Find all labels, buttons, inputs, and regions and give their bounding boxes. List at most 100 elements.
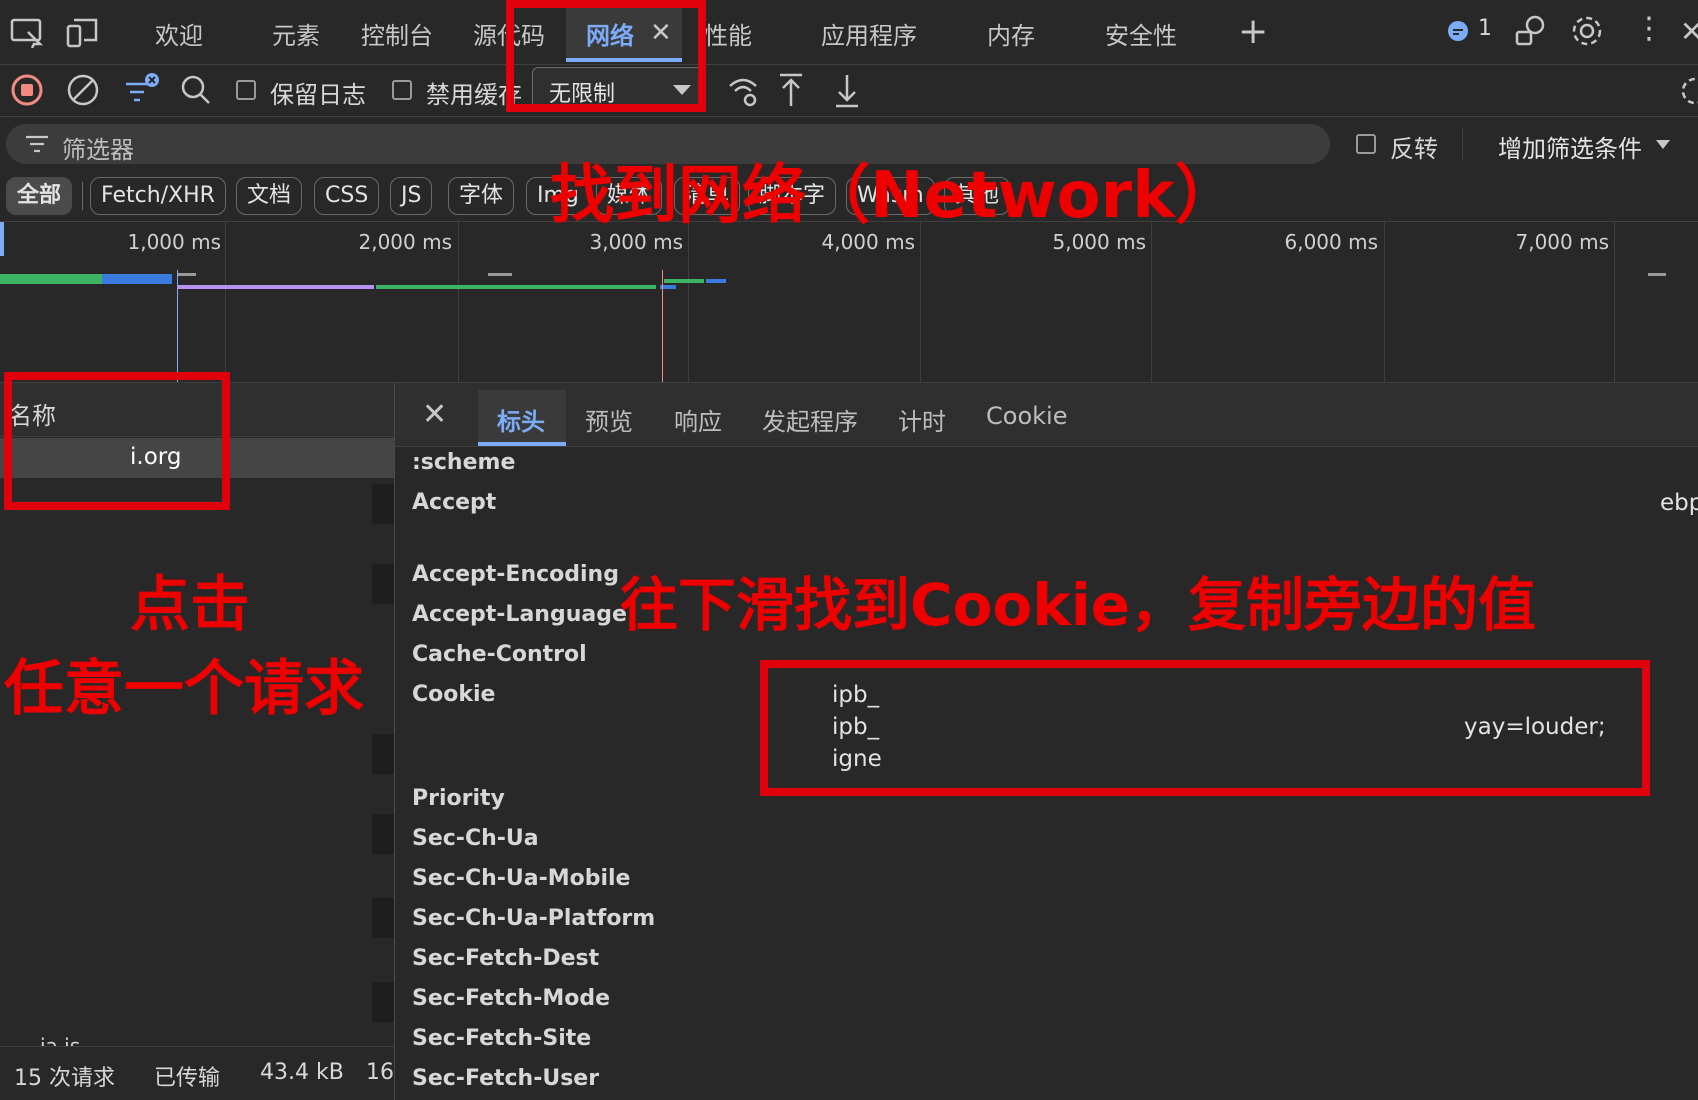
timeline-handle[interactable]	[0, 222, 4, 256]
timeline-gridline	[225, 222, 226, 382]
row-stripe	[372, 484, 394, 524]
tab-initiator[interactable]: 发起程序	[762, 402, 858, 437]
annotation-box-request-name	[4, 372, 230, 510]
header-name: Sec-Fetch-Mode	[412, 986, 611, 1011]
tab-preview[interactable]: 预览	[585, 402, 633, 437]
timeline-gridline	[1151, 222, 1152, 382]
header-name: Sec-Fetch-Site	[412, 1026, 592, 1051]
network-conditions-icon[interactable]	[726, 74, 760, 113]
clear-icon[interactable]	[66, 73, 100, 112]
status-transferred: 43.4 kB	[260, 1060, 344, 1085]
header-name: Accept	[412, 490, 497, 515]
annotation-scroll-cookie: 往下滑找到Cookie，复制旁边的值	[620, 571, 1537, 639]
load-event-marker	[662, 270, 663, 382]
header-name: Accept-Encoding	[412, 562, 619, 587]
more-options-icon[interactable]: ⋮	[1634, 14, 1664, 44]
tab-application[interactable]: 应用程序	[821, 16, 917, 51]
header-name: Sec-Fetch-Dest	[412, 946, 600, 971]
header-value: ebp	[1660, 490, 1698, 516]
add-tab-icon[interactable]: +	[1238, 14, 1268, 50]
divider	[1462, 128, 1463, 160]
customize-icon[interactable]	[1514, 14, 1548, 53]
tab-console[interactable]: 控制台	[361, 16, 433, 51]
annotation-any-request: 任意一个请求	[4, 654, 364, 724]
import-har-icon[interactable]	[776, 72, 806, 113]
network-settings-icon[interactable]	[1678, 74, 1698, 113]
header-name: :scheme	[412, 450, 516, 475]
row-stripe	[372, 564, 394, 604]
header-name: Sec-Ch-Ua-Mobile	[412, 866, 631, 891]
invert-label: 反转	[1390, 135, 1438, 163]
timeline-gridline	[458, 222, 459, 382]
preserve-log-checkbox[interactable]	[236, 80, 256, 100]
pane-splitter[interactable]	[394, 383, 395, 1100]
timeline-bar	[102, 274, 172, 284]
status-requests: 15 次请求	[14, 1066, 115, 1091]
timeline-bar	[664, 279, 704, 283]
timeline-gridline	[688, 222, 689, 382]
tab-response[interactable]: 响应	[674, 402, 722, 437]
device-toolbar-icon[interactable]	[66, 16, 100, 55]
timeline-tick: 6,000 ms	[1284, 230, 1378, 254]
invert-checkbox[interactable]	[1356, 134, 1376, 154]
header-name: Priority	[412, 786, 505, 811]
close-detail-icon[interactable]: ✕	[422, 400, 447, 430]
timeline-gridline	[1384, 222, 1385, 382]
tab-cookies[interactable]: Cookie	[986, 402, 1067, 430]
timeline-tick: 2,000 ms	[358, 230, 452, 254]
preserve-log-label: 保留日志	[270, 81, 366, 109]
tab-security[interactable]: 安全性	[1105, 16, 1177, 51]
chip-fetch-xhr[interactable]: Fetch/XHR	[90, 177, 226, 215]
request-name-partial[interactable]: ia.js	[40, 1034, 80, 1046]
more-filters-dropdown[interactable]: 增加筛选条件	[1498, 129, 1642, 164]
issues-count[interactable]: 1	[1478, 16, 1492, 41]
header-name: Sec-Fetch-User	[412, 1066, 600, 1091]
timeline-gridline	[920, 222, 921, 382]
tab-elements[interactable]: 元素	[272, 16, 320, 51]
filter-icon	[24, 132, 50, 160]
timeline-tick: 7,000 ms	[1515, 230, 1609, 254]
settings-gear-icon[interactable]	[1570, 14, 1604, 53]
disable-cache-checkbox[interactable]	[392, 80, 412, 100]
header-name: Accept-Language	[412, 602, 627, 627]
detail-tab-underline	[478, 442, 566, 446]
close-devtools-icon[interactable]: ✕	[1680, 18, 1698, 46]
timeline-bar	[178, 273, 196, 276]
timeline-gridline	[1614, 222, 1615, 382]
annotation-box-network-tab	[506, 0, 706, 112]
filter-toggle-icon[interactable]	[122, 72, 160, 113]
filter-placeholder: 筛选器	[62, 136, 134, 164]
row-stripe	[372, 734, 394, 774]
timeline-bar	[706, 279, 726, 283]
inspect-element-icon[interactable]	[10, 18, 44, 53]
issues-icon[interactable]	[1446, 20, 1470, 49]
tab-memory[interactable]: 内存	[987, 16, 1035, 51]
chip-font[interactable]: 字体	[448, 177, 515, 215]
timeline-bar	[178, 285, 374, 289]
dom-content-loaded-marker	[177, 270, 178, 382]
divider	[0, 116, 1698, 117]
chip-js[interactable]: JS	[390, 177, 433, 215]
tab-welcome[interactable]: 欢迎	[155, 16, 203, 51]
chip-all[interactable]: 全部	[6, 177, 73, 215]
row-stripe	[372, 814, 394, 854]
divider	[0, 1046, 394, 1047]
tab-performance[interactable]: 性能	[704, 16, 752, 51]
divider	[0, 64, 1698, 65]
header-name: Sec-Ch-Ua-Platform	[412, 906, 656, 931]
tab-headers[interactable]: 标头	[497, 402, 545, 437]
export-har-icon[interactable]	[832, 72, 862, 113]
search-icon[interactable]	[180, 74, 212, 111]
row-stripe	[372, 982, 394, 1022]
chip-css[interactable]: CSS	[314, 177, 380, 215]
header-name: Cache-Control	[412, 642, 587, 667]
annotation-click: 点击	[130, 570, 250, 640]
chip-doc[interactable]: 文档	[236, 177, 303, 215]
header-name-cookie: Cookie	[412, 682, 496, 707]
timeline-bar	[1648, 273, 1666, 276]
status-extra: 16	[366, 1060, 394, 1085]
divider	[82, 182, 83, 210]
tab-timing[interactable]: 计时	[898, 402, 946, 437]
record-stop-icon[interactable]	[10, 73, 44, 112]
timeline-bar	[0, 274, 102, 284]
